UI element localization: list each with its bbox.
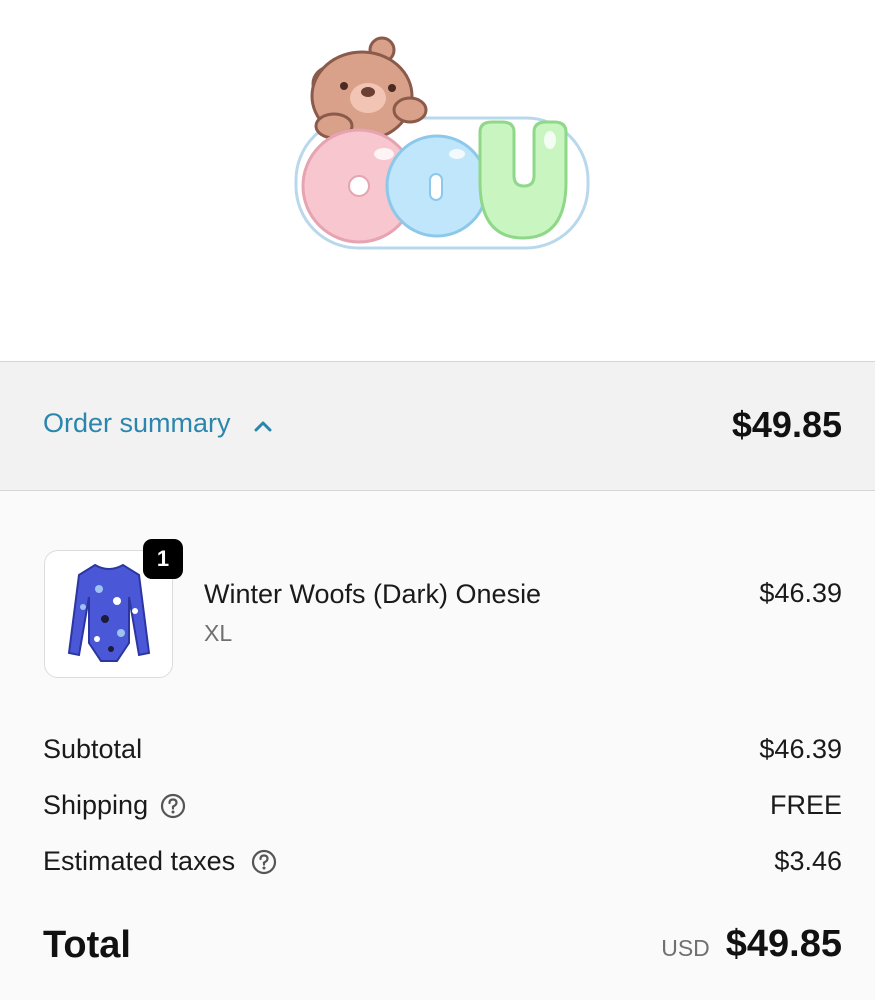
total-amount: USD $49.85 — [661, 923, 842, 966]
order-summary-panel: 1 Winter Woofs (Dark) Onesie XL $46.39 S… — [0, 491, 875, 1000]
quantity-badge: 1 — [143, 539, 183, 579]
order-summary-toggle[interactable]: Order summary $49.85 — [0, 362, 875, 491]
product-variant: XL — [204, 620, 233, 646]
shipping-label-text: Shipping — [43, 790, 149, 820]
shipping-value: FREE — [769, 790, 842, 820]
shipping-label: Shipping — [43, 790, 186, 821]
subtotal-label-text: Subtotal — [43, 734, 143, 764]
estimated-taxes-value: $3.46 — [774, 846, 842, 876]
subtotal-label: Subtotal — [43, 734, 142, 765]
order-summary-total: $49.85 — [731, 404, 842, 445]
onesie-image — [67, 563, 151, 662]
product-price: $46.39 — [759, 578, 842, 608]
order-summary-label[interactable]: Order summary — [43, 408, 231, 439]
product-name: Winter Woofs (Dark) Onesie — [204, 579, 542, 609]
question-circle-icon[interactable] — [251, 849, 277, 875]
question-circle-icon[interactable] — [160, 793, 186, 819]
header — [0, 0, 875, 362]
total-value: $49.85 — [725, 923, 842, 965]
currency-code: USD — [661, 935, 710, 961]
estimated-taxes-label-text: Estimated taxes — [43, 846, 236, 876]
estimated-taxes-label: Estimated taxes — [43, 846, 277, 877]
logo-letter-d — [385, 134, 489, 238]
subtotal-value: $46.39 — [759, 734, 842, 764]
chevron-up-icon[interactable] — [252, 418, 274, 434]
total-label: Total — [43, 924, 131, 966]
odu-logo[interactable] — [292, 36, 592, 252]
